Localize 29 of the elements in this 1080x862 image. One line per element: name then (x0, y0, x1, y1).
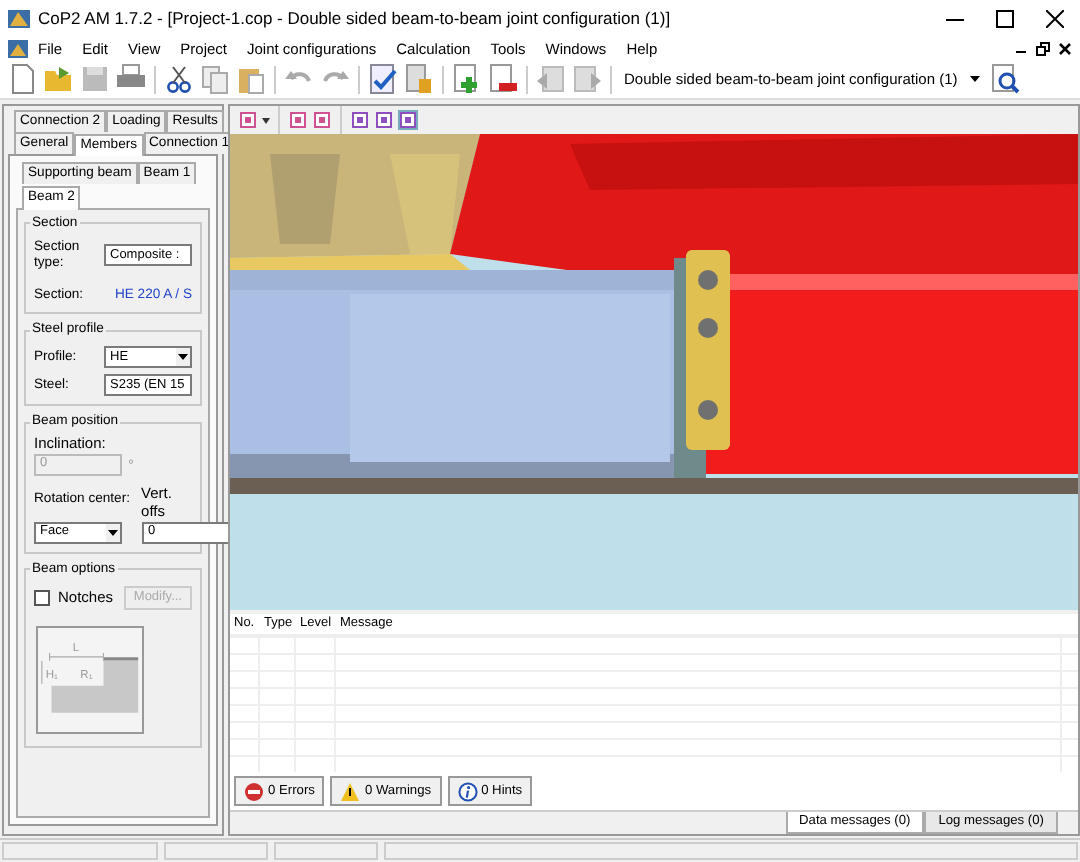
view-button[interactable] (238, 110, 258, 130)
caret-icon (969, 75, 980, 83)
forward-button[interactable] (570, 62, 604, 96)
remove-button[interactable] (486, 62, 520, 96)
notches-checkbox[interactable] (34, 589, 50, 606)
caret-icon (262, 117, 270, 123)
caret-icon (176, 348, 190, 367)
close-button[interactable] (1058, 41, 1072, 55)
document-icon (8, 39, 28, 57)
restore-button[interactable] (1036, 41, 1050, 55)
info-icon (457, 781, 478, 801)
close-button[interactable] (1046, 9, 1064, 27)
view-button[interactable] (312, 110, 332, 130)
search-button[interactable] (987, 62, 1022, 96)
error-icon (244, 781, 264, 801)
maximize-button[interactable] (996, 9, 1014, 27)
caret-icon (106, 523, 120, 542)
cut-button[interactable] (162, 62, 196, 96)
calculator-button[interactable] (402, 62, 436, 96)
app-icon (8, 7, 30, 29)
back-button[interactable] (534, 62, 568, 96)
view-button[interactable] (398, 110, 418, 130)
view-button[interactable] (288, 110, 308, 130)
warning-icon (340, 781, 361, 801)
checklist-button[interactable] (366, 62, 400, 96)
view-button[interactable] (374, 110, 394, 130)
window-title: CoP2 AM 1.7.2 - [Project-1.cop - Double sided beam-to-beam joint configuration (1)] (38, 7, 673, 29)
view-button[interactable] (350, 110, 370, 130)
open-folder-button[interactable] (42, 62, 76, 96)
